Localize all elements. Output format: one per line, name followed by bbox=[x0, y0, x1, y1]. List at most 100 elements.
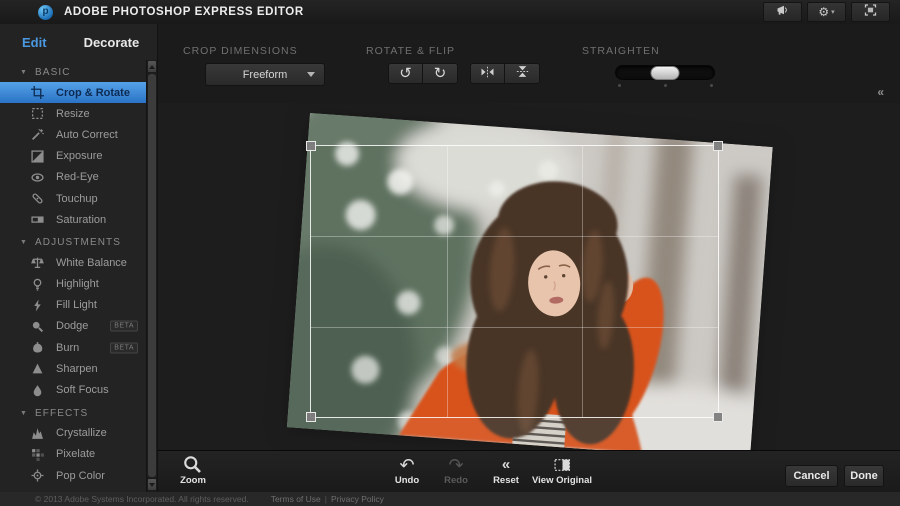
tool-label: View Original bbox=[528, 475, 596, 486]
sidebar-item-saturation[interactable]: Saturation bbox=[0, 209, 146, 230]
sharpen-icon bbox=[30, 362, 45, 375]
announcements-button[interactable] bbox=[763, 2, 802, 22]
sidebar-item-label: Red-Eye bbox=[56, 171, 99, 183]
topbar-actions: ⚙ ▾ bbox=[763, 2, 890, 22]
sidebar-item-soft-focus[interactable]: Soft Focus bbox=[0, 379, 146, 400]
sidebar: Edit Decorate ▼ BASIC Crop & Rotate Resize A… bbox=[0, 24, 158, 492]
sidebar-item-white-balance[interactable]: White Balance bbox=[0, 252, 146, 273]
pop-color-icon bbox=[30, 469, 45, 482]
tab-decorate[interactable]: Decorate bbox=[84, 35, 140, 50]
sidebar-item-burn[interactable]: BurnBETA bbox=[0, 337, 146, 358]
sidebar-item-resize[interactable]: Resize bbox=[0, 103, 146, 124]
app-title: ADOBE PHOTOSHOP EXPRESS EDITOR bbox=[64, 6, 304, 18]
rotate-left-button[interactable]: ↺ bbox=[388, 63, 423, 84]
slider-tick bbox=[710, 84, 713, 87]
crop-dimensions-label: CROP DIMENSIONS bbox=[183, 45, 298, 57]
sidebar-item-dodge[interactable]: Dodge BETA bbox=[0, 316, 146, 337]
topbar: p ADOBE PHOTOSHOP EXPRESS EDITOR ⚙ ▾ bbox=[0, 0, 900, 25]
beta-badge: BETA bbox=[110, 321, 138, 332]
section-label: BASIC bbox=[35, 67, 71, 78]
tool-label: Zoom bbox=[168, 475, 218, 486]
sidebar-item-label: Crop & Rotate bbox=[56, 87, 130, 99]
cancel-button[interactable]: Cancel bbox=[785, 465, 838, 487]
crop-handle-bottom-right[interactable] bbox=[713, 412, 723, 422]
sidebar-item-label: Exposure bbox=[56, 150, 102, 162]
fullscreen-icon bbox=[864, 3, 877, 21]
section-header[interactable]: ▼ADJUSTMENTS bbox=[0, 233, 146, 252]
zoom-tool[interactable]: Zoom bbox=[168, 454, 218, 486]
triangle-down-icon: ▼ bbox=[20, 69, 28, 76]
flip-horizontal-icon bbox=[480, 65, 495, 83]
sidebar-item-highlight[interactable]: Highlight bbox=[0, 274, 146, 295]
slider-tick bbox=[618, 84, 621, 87]
crop-dimensions-value: Freeform bbox=[243, 69, 288, 81]
privacy-policy-link[interactable]: Privacy Policy bbox=[331, 494, 384, 504]
section-header[interactable]: ▼ BASIC bbox=[0, 63, 146, 82]
fullscreen-button[interactable] bbox=[851, 2, 890, 22]
terms-of-use-link[interactable]: Terms of Use bbox=[271, 494, 321, 504]
sidebar-item-fill-light[interactable]: Fill Light bbox=[0, 295, 146, 316]
sidebar-item-pixelate[interactable]: Pixelate bbox=[0, 444, 146, 465]
rotate-buttons: ↺ ↻ bbox=[388, 63, 458, 84]
sidebar-item-red-eye[interactable]: Red-Eye bbox=[0, 167, 146, 188]
sidebar-item-auto-correct[interactable]: Auto Correct bbox=[0, 124, 146, 145]
flip-vertical-button[interactable] bbox=[505, 63, 540, 84]
crop-handle-top-left[interactable] bbox=[306, 141, 316, 151]
fill-light-icon bbox=[30, 299, 45, 312]
section-label: ADJUSTMENTS bbox=[35, 237, 121, 248]
grid-line bbox=[447, 146, 448, 417]
sidebar-item-label: Touchup bbox=[56, 193, 98, 205]
redo-icon: ↷ bbox=[431, 454, 481, 475]
grid-line bbox=[582, 146, 583, 417]
flip-vertical-icon bbox=[516, 65, 529, 83]
section-header[interactable]: ▼EFFECTS bbox=[0, 404, 146, 423]
done-button[interactable]: Done bbox=[844, 465, 884, 487]
sidebar-section-adjustments: ▼ADJUSTMENTSWhite BalanceHighlightFill L… bbox=[0, 233, 146, 400]
sidebar-item-sharpen[interactable]: Sharpen bbox=[0, 358, 146, 379]
crop-handle-bottom-left[interactable] bbox=[306, 412, 316, 422]
triangle-down-icon bbox=[149, 483, 155, 487]
scrollbar-thumb[interactable] bbox=[148, 74, 156, 477]
rotate-right-button[interactable]: ↻ bbox=[423, 63, 458, 84]
reset-tool[interactable]: «Reset bbox=[481, 454, 531, 486]
sidebar-item-pop-color[interactable]: Pop Color bbox=[0, 465, 146, 486]
sidebar-item-touchup[interactable]: Touchup bbox=[0, 188, 146, 209]
straighten-slider[interactable] bbox=[615, 65, 715, 80]
collapse-panel-icon[interactable]: « bbox=[877, 86, 884, 98]
sidebar-section-basic: ▼ BASIC Crop & Rotate Resize Auto Correct Exp… bbox=[0, 63, 146, 230]
crop-dimensions-dropdown[interactable]: Freeform bbox=[205, 63, 325, 86]
sidebar-item-exposure[interactable]: Exposure bbox=[0, 146, 146, 167]
view-original-tool[interactable]: View Original bbox=[528, 454, 596, 486]
sidebar-item-crystallize[interactable]: Crystallize bbox=[0, 423, 146, 444]
settings-button[interactable]: ⚙ ▾ bbox=[807, 2, 846, 22]
sidebar-item-label: Pixelate bbox=[56, 448, 95, 460]
crop-box[interactable] bbox=[310, 145, 719, 418]
sidebar-item-label: Soft Focus bbox=[56, 384, 109, 396]
zoom-icon bbox=[168, 454, 218, 475]
highlight-icon bbox=[30, 278, 45, 291]
undo-icon: ↶ bbox=[382, 454, 432, 475]
sidebar-item-label: Auto Correct bbox=[56, 129, 118, 141]
sidebar-section-effects: ▼EFFECTSCrystallize Pixelate Pop Color bbox=[0, 404, 146, 487]
sidebar-scrollbar[interactable] bbox=[146, 60, 157, 492]
tab-edit[interactable]: Edit bbox=[22, 35, 47, 50]
sidebar-item-label: Dodge bbox=[56, 320, 88, 332]
rotate-left-icon: ↺ bbox=[399, 66, 412, 81]
flip-horizontal-button[interactable] bbox=[470, 63, 505, 84]
undo-tool[interactable]: ↶Undo bbox=[382, 454, 432, 486]
touchup-icon bbox=[30, 192, 45, 205]
chevron-down-icon: ▾ bbox=[831, 8, 835, 16]
footer: © 2013 Adobe Systems Incorporated. All r… bbox=[0, 492, 900, 506]
scroll-down-button[interactable] bbox=[148, 479, 156, 490]
sidebar-item-crop-rotate[interactable]: Crop & Rotate bbox=[0, 82, 146, 103]
straighten-slider-thumb[interactable] bbox=[651, 66, 680, 80]
crop-handle-top-right[interactable] bbox=[713, 141, 723, 151]
photoshop-express-logo: p bbox=[38, 5, 53, 20]
scroll-up-button[interactable] bbox=[148, 61, 156, 72]
soft-focus-icon bbox=[30, 384, 45, 397]
sidebar-item-label: Resize bbox=[56, 108, 90, 120]
resize-icon bbox=[30, 107, 45, 120]
dodge-icon bbox=[30, 320, 45, 333]
reset-icon: « bbox=[481, 454, 531, 475]
rotate-flip-label: ROTATE & FLIP bbox=[366, 45, 455, 57]
